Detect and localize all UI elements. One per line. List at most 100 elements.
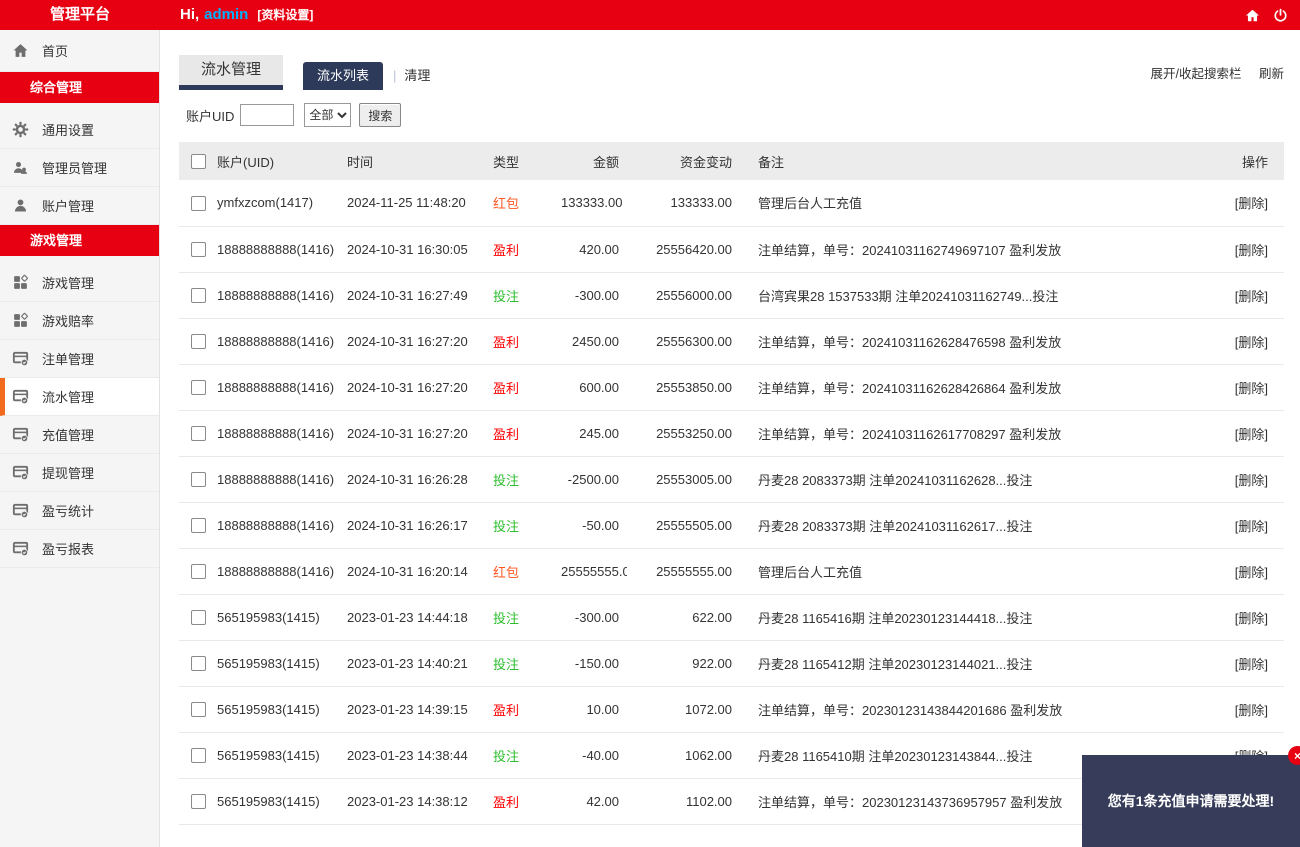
table-row: 565195983(1415) 2023-01-23 14:40:21 投注 -150… [179, 640, 1284, 687]
delete-link[interactable]: [删除] [1235, 335, 1268, 350]
delete-link[interactable]: [删除] [1235, 473, 1268, 488]
delete-link[interactable]: [删除] [1235, 703, 1268, 718]
cell-time: 2023-01-23 14:40:21 [347, 640, 493, 687]
cell-type: 盈利 [493, 794, 520, 810]
table-row: 18888888888(1416) 2024-10-31 16:27:49 投注 -3… [179, 272, 1284, 319]
sidebar-item-label: 通用设置 [42, 123, 95, 138]
row-checkbox[interactable] [191, 426, 206, 442]
table-row: 18888888888(1416) 2024-10-31 16:30:05 盈利 42… [179, 226, 1284, 273]
cell-remark: 注单结算，单号：20230123143844201686 盈利发放 [737, 686, 1190, 733]
delete-link[interactable]: [删除] [1235, 289, 1268, 304]
page-tab-wrap: 流水管理 [179, 55, 284, 90]
delete-link[interactable]: [删除] [1235, 243, 1268, 258]
user-greeting: Hi, admin [资料设置] [180, 0, 313, 30]
row-checkbox[interactable] [191, 195, 206, 211]
cell-account: 18888888888(1416) [217, 548, 347, 595]
row-checkbox[interactable] [191, 702, 206, 718]
form-icon [12, 502, 29, 519]
cell-change: 25556000.00 [627, 272, 737, 319]
tab-bar: 流水管理 流水列表 | 清理 展开/收起搜索栏 刷新 [179, 55, 1284, 90]
form-icon [12, 426, 29, 443]
type-filter-select[interactable]: 全部 [304, 103, 352, 127]
sidebar-item-flow-management[interactable]: 流水管理 [0, 378, 159, 416]
cell-change: 25556300.00 [627, 318, 737, 365]
cell-time: 2024-10-31 16:20:14 [347, 548, 493, 595]
cell-time: 2024-10-31 16:27:49 [347, 272, 493, 319]
row-checkbox[interactable] [191, 334, 206, 350]
sidebar-item-admin-management[interactable]: 管理员管理 [0, 149, 159, 187]
form-icon [12, 350, 29, 367]
sidebar-item-label: 提现管理 [42, 466, 95, 481]
cell-time: 2023-01-23 14:38:12 [347, 778, 493, 825]
form-icon [12, 388, 29, 405]
cell-remark: 丹麦28 2083373期 注单20241031162617...投注 [737, 502, 1190, 549]
row-checkbox[interactable] [191, 748, 206, 764]
page-tab-flow-management[interactable]: 流水管理 [179, 55, 284, 85]
sidebar-item-home[interactable]: 首页 [0, 30, 159, 72]
row-checkbox[interactable] [191, 472, 206, 488]
cell-change: 25553250.00 [627, 410, 737, 457]
table-header: 账户(UID) 时间 类型 金额 资金变动 备注 操作 [179, 142, 1284, 180]
sidebar-item-account-management[interactable]: 账户管理 [0, 187, 159, 225]
cell-amount: 25555555.00 [561, 548, 627, 595]
table-row: 18888888888(1416) 2024-10-31 16:26:28 投注 -2… [179, 456, 1284, 503]
user-icon [12, 197, 29, 214]
row-checkbox[interactable] [191, 656, 206, 672]
delete-link[interactable]: [删除] [1235, 519, 1268, 534]
delete-link[interactable]: [删除] [1235, 565, 1268, 580]
toast-close-icon[interactable]: × [1288, 746, 1300, 765]
row-checkbox[interactable] [191, 610, 206, 626]
refresh-link[interactable]: 刷新 [1259, 67, 1284, 81]
sidebar-item-game-management[interactable]: 游戏管理 [0, 264, 159, 302]
delete-link[interactable]: [删除] [1235, 381, 1268, 396]
power-icon[interactable] [1273, 8, 1288, 23]
row-checkbox[interactable] [191, 518, 206, 534]
gear-icon [12, 121, 29, 138]
row-checkbox[interactable] [191, 288, 206, 304]
row-checkbox[interactable] [191, 242, 206, 258]
row-checkbox[interactable] [191, 564, 206, 580]
cell-account: 18888888888(1416) [217, 226, 347, 273]
cell-account: ymfxzcom(1417) [217, 180, 347, 227]
select-all-checkbox[interactable] [191, 154, 206, 170]
cell-remark: 注单结算，单号：20241031162617708297 盈利发放 [737, 410, 1190, 457]
sidebar-item-game-odds[interactable]: 游戏赔率 [0, 302, 159, 340]
delete-link[interactable]: [删除] [1235, 657, 1268, 672]
sidebar-item-bet-orders[interactable]: 注单管理 [0, 340, 159, 378]
cell-change: 25555505.00 [627, 502, 737, 549]
sidebar-item-withdraw-management[interactable]: 提现管理 [0, 454, 159, 492]
cell-amount: -300.00 [561, 594, 627, 641]
sidebar-item-profit-stats[interactable]: 盈亏统计 [0, 492, 159, 530]
search-label: 账户UID [186, 108, 235, 124]
username[interactable]: admin [204, 6, 248, 23]
delete-link[interactable]: [删除] [1235, 611, 1268, 626]
sidebar-item-recharge-management[interactable]: 充值管理 [0, 416, 159, 454]
top-header: 管理平台 Hi, admin [资料设置] [0, 0, 1300, 30]
cell-time: 2024-11-25 11:48:20 [347, 180, 493, 227]
delete-link[interactable]: [删除] [1235, 427, 1268, 442]
app-brand: 管理平台 [49, 6, 110, 23]
sidebar-item-profit-report[interactable]: 盈亏报表 [0, 530, 159, 568]
table-row: ymfxzcom(1417) 2024-11-25 11:48:20 红包 13333… [179, 180, 1284, 227]
cell-account: 18888888888(1416) [217, 364, 347, 411]
home-icon[interactable] [1245, 8, 1260, 23]
sidebar-item-label: 盈亏统计 [42, 504, 95, 519]
toggle-search-link[interactable]: 展开/收起搜索栏 [1151, 67, 1242, 81]
cell-time: 2023-01-23 14:39:15 [347, 686, 493, 733]
cell-amount: 420.00 [561, 226, 627, 273]
cell-change: 25553005.00 [627, 456, 737, 503]
profile-settings-link[interactable]: [资料设置] [257, 8, 313, 22]
cell-account: 18888888888(1416) [217, 318, 347, 365]
tab-clean[interactable]: 清理 [396, 62, 438, 90]
row-checkbox[interactable] [191, 380, 206, 396]
account-uid-input[interactable] [240, 104, 295, 126]
sidebar-item-general-settings[interactable]: 通用设置 [0, 111, 159, 149]
cell-amount: 133333.00 [561, 180, 627, 227]
search-button[interactable]: 搜索 [359, 103, 402, 127]
cell-time: 2024-10-31 16:27:20 [347, 318, 493, 365]
row-checkbox[interactable] [191, 794, 206, 810]
cell-amount: -40.00 [561, 732, 627, 779]
cell-account: 18888888888(1416) [217, 502, 347, 549]
delete-link[interactable]: [删除] [1235, 196, 1268, 211]
tab-flow-list[interactable]: 流水列表 [303, 62, 384, 90]
